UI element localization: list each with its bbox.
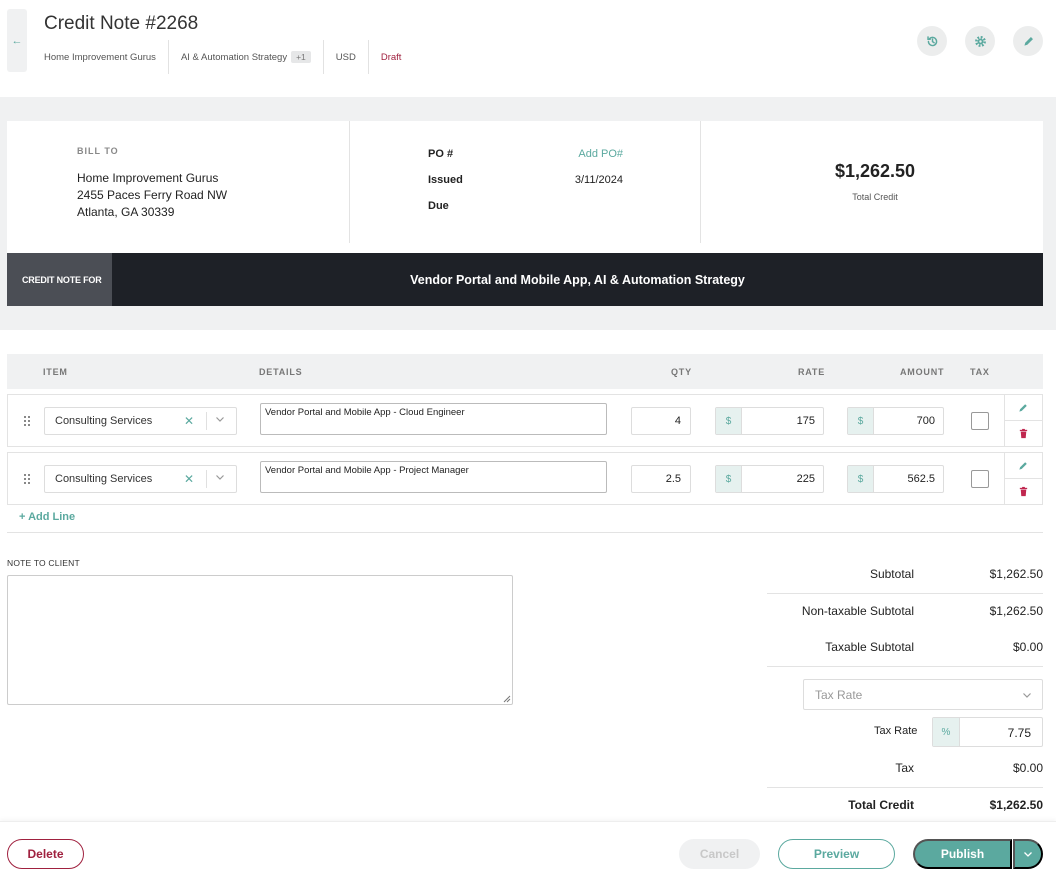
history-icon	[926, 35, 937, 46]
document-meta: PO # Add PO# Issued 3/11/2024 Due	[428, 148, 623, 226]
tax-rate-select[interactable]: Tax Rate	[803, 679, 1043, 710]
table-header: ITEM DETAILS QTY RATE AMOUNT TAX	[7, 354, 1043, 389]
divider	[700, 121, 701, 243]
divider	[7, 532, 1043, 533]
history-button[interactable]	[917, 26, 947, 56]
page-header: ← Credit Note #2268 Home Improvement Gur…	[0, 0, 1056, 97]
dollar-icon: $	[716, 408, 742, 434]
pencil-icon	[1023, 36, 1033, 46]
summary-card: BILL TO Home Improvement Gurus 2455 Pace…	[7, 121, 1043, 253]
total-credit-label: Total Credit	[852, 192, 898, 202]
table-row: Consulting Services ✕ Vendor Portal and …	[7, 452, 1043, 505]
back-arrow-icon: ←	[11, 34, 23, 47]
po-row: PO # Add PO#	[428, 148, 623, 160]
chevron-down-icon	[1024, 852, 1032, 857]
total-credit-amount: $1,262.50	[834, 161, 916, 181]
item-select[interactable]: Consulting Services ✕	[44, 465, 237, 493]
clear-icon[interactable]: ✕	[184, 472, 194, 486]
divider	[767, 787, 1043, 788]
column-header-tax: TAX	[970, 367, 990, 377]
details-textarea[interactable]: Vendor Portal and Mobile App - Cloud Eng…	[260, 403, 607, 435]
status-badge: Draft	[380, 51, 402, 63]
tax-checkbox[interactable]	[971, 412, 989, 430]
amount-input[interactable]: $ 562.5	[847, 465, 944, 493]
project-count-badge[interactable]: +1	[291, 51, 311, 63]
credit-note-for-bar: CREDIT NOTE FOR Vendor Portal and Mobile…	[7, 253, 1043, 306]
due-row: Due	[428, 200, 449, 212]
header-currency: USD	[324, 40, 369, 74]
percent-icon: %	[933, 718, 960, 746]
footer-action-bar: Delete Cancel Preview Publish	[0, 821, 1056, 870]
divider	[349, 121, 350, 243]
column-header-amount: AMOUNT	[900, 367, 945, 377]
item-select[interactable]: Consulting Services ✕	[44, 407, 237, 435]
pencil-icon[interactable]	[1018, 402, 1029, 413]
rate-input[interactable]: $ 225	[715, 465, 824, 493]
qty-input[interactable]: 2.5	[631, 465, 691, 493]
qty-input[interactable]: 4	[631, 407, 691, 435]
back-button[interactable]: ←	[7, 9, 27, 72]
bill-to-address: Home Improvement Gurus 2455 Paces Ferry …	[77, 171, 228, 219]
table-row: Consulting Services ✕ Vendor Portal and …	[7, 394, 1043, 447]
chevron-down-icon	[1023, 693, 1031, 698]
publish-options-button[interactable]	[1013, 839, 1043, 869]
header-project[interactable]: AI & Automation Strategy +1	[169, 40, 324, 74]
tax-checkbox[interactable]	[971, 470, 989, 488]
chevron-down-icon[interactable]	[215, 414, 225, 424]
trash-icon[interactable]	[1018, 428, 1029, 439]
header-meta: Home Improvement Gurus AI & Automation S…	[44, 40, 413, 74]
cancel-button[interactable]: Cancel	[679, 839, 760, 869]
amount-input[interactable]: $ 700	[847, 407, 944, 435]
gear-icon	[974, 35, 986, 47]
divider	[767, 666, 1043, 667]
add-line-button[interactable]: + Add Line	[19, 511, 75, 523]
publish-button[interactable]: Publish	[913, 839, 1012, 869]
column-header-details: DETAILS	[259, 367, 303, 377]
column-header-qty: QTY	[671, 367, 692, 377]
rate-input[interactable]: $ 175	[715, 407, 824, 435]
tax-rate-label: Tax Rate	[874, 725, 918, 737]
add-po-link[interactable]: Add PO#	[578, 148, 623, 160]
divider	[767, 593, 1043, 594]
row-actions	[1004, 453, 1043, 504]
chevron-down-icon[interactable]	[215, 472, 225, 482]
note-to-client-label: NOTE TO CLIENT	[7, 558, 80, 568]
header-client[interactable]: Home Improvement Gurus	[44, 40, 169, 74]
issued-row: Issued 3/11/2024	[428, 174, 623, 186]
bill-to-label: BILL TO	[77, 146, 119, 156]
clear-icon[interactable]: ✕	[184, 414, 194, 428]
edit-button[interactable]	[1013, 26, 1043, 56]
resize-grip-icon[interactable]	[503, 695, 511, 703]
summary-band: BILL TO Home Improvement Gurus 2455 Pace…	[0, 97, 1056, 330]
dollar-icon: $	[716, 466, 742, 492]
trash-icon[interactable]	[1018, 486, 1029, 497]
page-title: Credit Note #2268	[44, 13, 199, 34]
row-actions	[1004, 395, 1043, 446]
credit-note-for-label: CREDIT NOTE FOR	[7, 253, 112, 306]
dollar-icon: $	[848, 466, 874, 492]
pencil-icon[interactable]	[1018, 460, 1029, 471]
delete-button[interactable]: Delete	[7, 839, 84, 869]
note-to-client-textarea[interactable]	[7, 575, 513, 705]
settings-button[interactable]	[965, 26, 995, 56]
drag-handle-icon[interactable]	[24, 416, 31, 426]
drag-handle-icon[interactable]	[24, 474, 31, 484]
preview-button[interactable]: Preview	[778, 839, 895, 869]
issued-date[interactable]: 3/11/2024	[575, 174, 623, 186]
tax-rate-input[interactable]: % 7.75	[932, 717, 1043, 747]
credit-note-for-value: Vendor Portal and Mobile App, AI & Autom…	[410, 272, 745, 287]
dollar-icon: $	[848, 408, 874, 434]
details-textarea[interactable]: Vendor Portal and Mobile App - Project M…	[260, 461, 607, 493]
column-header-rate: RATE	[798, 367, 826, 377]
column-header-item: ITEM	[43, 367, 68, 377]
